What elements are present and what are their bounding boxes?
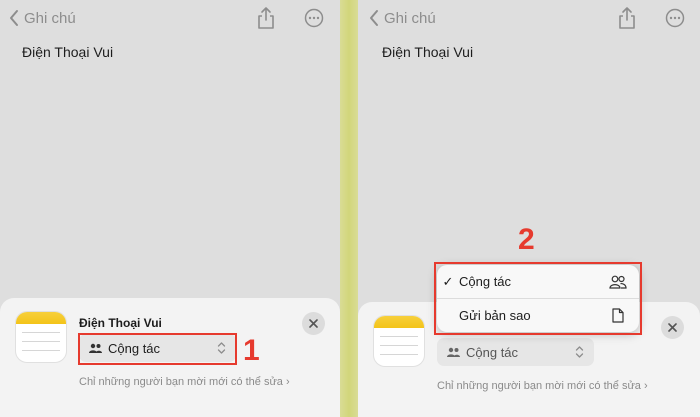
notes-app-icon bbox=[374, 316, 424, 366]
share-icon[interactable] bbox=[617, 6, 637, 30]
chevron-left-icon bbox=[10, 10, 18, 26]
back-label: Ghi chú bbox=[384, 9, 436, 27]
people-icon bbox=[447, 347, 460, 357]
step-number-2: 2 bbox=[518, 223, 535, 256]
permission-note[interactable]: Chỉ những người bạn mời mới có thể sửa › bbox=[437, 380, 648, 392]
up-down-chevron-icon bbox=[575, 346, 584, 358]
collaboration-mode-select[interactable]: Cộng tác bbox=[437, 338, 594, 366]
close-icon bbox=[309, 319, 318, 328]
chevron-right-icon: › bbox=[286, 376, 290, 388]
back-button[interactable]: Ghi chú bbox=[8, 9, 76, 27]
close-icon bbox=[668, 323, 677, 332]
back-label: Ghi chú bbox=[24, 9, 76, 27]
permission-note-text: Chỉ những người bạn mời mới có thể sửa bbox=[79, 376, 283, 388]
sheet-title: Điện Thoại Vui bbox=[79, 316, 162, 330]
more-options-icon[interactable] bbox=[665, 8, 685, 28]
notes-app-icon bbox=[16, 312, 66, 362]
note-title: Điện Thoại Vui bbox=[22, 44, 114, 60]
nav-bar: Ghi chú bbox=[0, 0, 340, 38]
back-button[interactable]: Ghi chú bbox=[368, 9, 436, 27]
note-title: Điện Thoại Vui bbox=[382, 44, 474, 60]
panel-divider bbox=[340, 0, 358, 417]
permission-note-text: Chỉ những người bạn mời mới có thể sửa bbox=[437, 380, 641, 392]
chevron-left-icon bbox=[370, 10, 378, 26]
share-icon[interactable] bbox=[256, 6, 276, 30]
nav-bar: Ghi chú bbox=[358, 0, 700, 38]
chevron-right-icon: › bbox=[644, 380, 648, 392]
step-number-1: 1 bbox=[243, 334, 260, 367]
close-button[interactable] bbox=[302, 312, 325, 335]
highlight-box-step-1 bbox=[78, 333, 237, 365]
collaboration-mode-label: Cộng tác bbox=[466, 344, 519, 360]
more-options-icon[interactable] bbox=[304, 8, 324, 28]
permission-note[interactable]: Chỉ những người bạn mời mới có thể sửa › bbox=[79, 376, 290, 388]
right-panel: Ghi chú Điện Thoại Vui Cộng tác Chỉ nhữn… bbox=[358, 0, 700, 417]
highlight-box-step-2 bbox=[434, 262, 642, 335]
close-button[interactable] bbox=[661, 316, 684, 339]
